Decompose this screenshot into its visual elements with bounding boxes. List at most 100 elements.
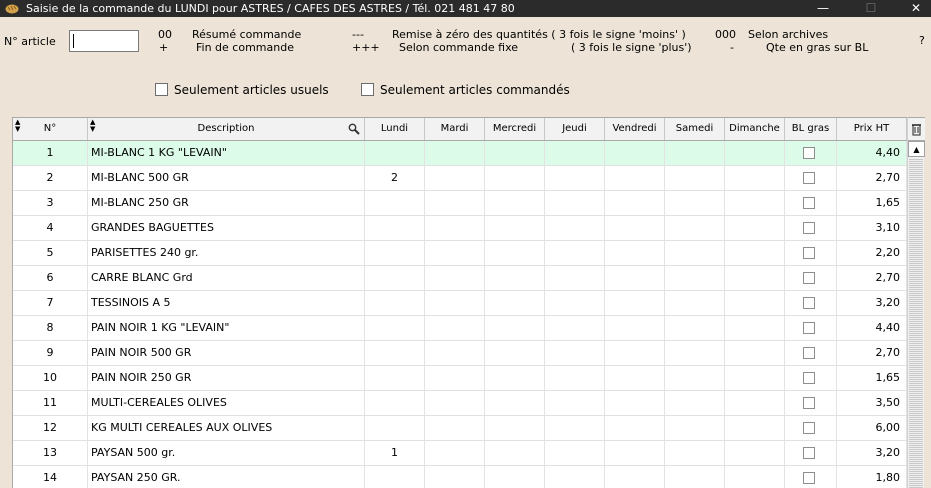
vertical-scrollbar[interactable]: ▲ <box>907 117 925 488</box>
table-row[interactable]: 11 MULTI-CEREALES OLIVES 3,50 <box>13 391 907 416</box>
bl-gras-checkbox[interactable] <box>803 222 815 234</box>
bl-gras-cell[interactable] <box>785 416 837 440</box>
bl-gras-checkbox[interactable] <box>803 347 815 359</box>
bl-gras-cell[interactable] <box>785 366 837 390</box>
quantity-cell-dimanche[interactable] <box>725 166 785 190</box>
quantity-cell-lundi[interactable] <box>365 266 425 290</box>
table-row[interactable]: 4 GRANDES BAGUETTES 3,10 <box>13 216 907 241</box>
bl-gras-cell[interactable] <box>785 266 837 290</box>
bl-gras-checkbox[interactable] <box>803 472 815 484</box>
table-row[interactable]: 9 PAIN NOIR 500 GR 2,70 <box>13 341 907 366</box>
quantity-cell-mercredi[interactable] <box>485 441 545 465</box>
bl-gras-cell[interactable] <box>785 291 837 315</box>
column-header-mercredi[interactable]: Mercredi <box>485 118 545 140</box>
quantity-cell-samedi[interactable] <box>665 441 725 465</box>
quantity-cell-mercredi[interactable] <box>485 316 545 340</box>
column-header-dimanche[interactable]: Dimanche <box>725 118 785 140</box>
quantity-cell-jeudi[interactable] <box>545 391 605 415</box>
bl-gras-checkbox[interactable] <box>803 297 815 309</box>
bl-gras-checkbox[interactable] <box>803 322 815 334</box>
quantity-cell-jeudi[interactable] <box>545 141 605 165</box>
quantity-cell-lundi[interactable] <box>365 416 425 440</box>
quantity-cell-lundi[interactable] <box>365 191 425 215</box>
quantity-cell-mercredi[interactable] <box>485 141 545 165</box>
column-header-samedi[interactable]: Samedi <box>665 118 725 140</box>
quantity-cell-vendredi[interactable] <box>605 391 665 415</box>
quantity-cell-mercredi[interactable] <box>485 166 545 190</box>
quantity-cell-lundi[interactable] <box>365 391 425 415</box>
ordered-articles-label[interactable]: Seulement articles commandés <box>380 83 570 97</box>
column-header-bl-gras[interactable]: BL gras <box>785 118 837 140</box>
column-header-vendredi[interactable]: Vendredi <box>605 118 665 140</box>
usual-articles-checkbox[interactable] <box>155 83 168 96</box>
quantity-cell-mardi[interactable] <box>425 291 485 315</box>
quantity-cell-vendredi[interactable] <box>605 466 665 488</box>
bl-gras-cell[interactable] <box>785 441 837 465</box>
table-row[interactable]: 14 PAYSAN 250 GR. 1,80 <box>13 466 907 488</box>
quantity-cell-vendredi[interactable] <box>605 291 665 315</box>
quantity-cell-vendredi[interactable] <box>605 216 665 240</box>
quantity-cell-vendredi[interactable] <box>605 366 665 390</box>
bl-gras-cell[interactable] <box>785 466 837 488</box>
table-row[interactable]: 8 PAIN NOIR 1 KG "LEVAIN" 4,40 <box>13 316 907 341</box>
quantity-cell-jeudi[interactable] <box>545 216 605 240</box>
quantity-cell-samedi[interactable] <box>665 241 725 265</box>
bl-gras-cell[interactable] <box>785 191 837 215</box>
quantity-cell-mercredi[interactable] <box>485 266 545 290</box>
quantity-cell-mercredi[interactable] <box>485 241 545 265</box>
quantity-cell-mardi[interactable] <box>425 341 485 365</box>
quantity-cell-dimanche[interactable] <box>725 316 785 340</box>
quantity-cell-samedi[interactable] <box>665 341 725 365</box>
column-header-jeudi[interactable]: Jeudi <box>545 118 605 140</box>
quantity-cell-lundi[interactable]: 2 <box>365 166 425 190</box>
quantity-cell-dimanche[interactable] <box>725 291 785 315</box>
maximize-button[interactable]: ☐ <box>853 0 889 17</box>
quantity-cell-lundi[interactable] <box>365 341 425 365</box>
table-row[interactable]: 12 KG MULTI CEREALES AUX OLIVES 6,00 <box>13 416 907 441</box>
quantity-cell-dimanche[interactable] <box>725 266 785 290</box>
column-header-mardi[interactable]: Mardi <box>425 118 485 140</box>
quantity-cell-dimanche[interactable] <box>725 391 785 415</box>
quantity-cell-vendredi[interactable] <box>605 341 665 365</box>
quantity-cell-samedi[interactable] <box>665 466 725 488</box>
quantity-cell-mercredi[interactable] <box>485 291 545 315</box>
quantity-cell-samedi[interactable] <box>665 166 725 190</box>
minimize-button[interactable]: — <box>805 0 841 17</box>
quantity-cell-jeudi[interactable] <box>545 316 605 340</box>
table-row[interactable]: 7 TESSINOIS A 5 3,20 <box>13 291 907 316</box>
quantity-cell-dimanche[interactable] <box>725 441 785 465</box>
bl-gras-cell[interactable] <box>785 341 837 365</box>
bl-gras-checkbox[interactable] <box>803 397 815 409</box>
bl-gras-checkbox[interactable] <box>803 272 815 284</box>
quantity-cell-mardi[interactable] <box>425 266 485 290</box>
article-number-input[interactable] <box>69 30 139 52</box>
bl-gras-checkbox[interactable] <box>803 197 815 209</box>
quantity-cell-jeudi[interactable] <box>545 466 605 488</box>
quantity-cell-jeudi[interactable] <box>545 166 605 190</box>
quantity-cell-samedi[interactable] <box>665 216 725 240</box>
quantity-cell-dimanche[interactable] <box>725 241 785 265</box>
quantity-cell-jeudi[interactable] <box>545 341 605 365</box>
quantity-cell-mardi[interactable] <box>425 316 485 340</box>
bl-gras-checkbox[interactable] <box>803 172 815 184</box>
quantity-cell-mercredi[interactable] <box>485 416 545 440</box>
quantity-cell-mercredi[interactable] <box>485 391 545 415</box>
quantity-cell-jeudi[interactable] <box>545 241 605 265</box>
bl-gras-checkbox[interactable] <box>803 147 815 159</box>
quantity-cell-vendredi[interactable] <box>605 141 665 165</box>
quantity-cell-mardi[interactable] <box>425 466 485 488</box>
table-row[interactable]: 10 PAIN NOIR 250 GR 1,65 <box>13 366 907 391</box>
quantity-cell-samedi[interactable] <box>665 391 725 415</box>
quantity-cell-dimanche[interactable] <box>725 191 785 215</box>
quantity-cell-dimanche[interactable] <box>725 216 785 240</box>
bl-gras-checkbox[interactable] <box>803 247 815 259</box>
quantity-cell-lundi[interactable] <box>365 216 425 240</box>
quantity-cell-mercredi[interactable] <box>485 341 545 365</box>
table-row[interactable]: 5 PARISETTES 240 gr. 2,20 <box>13 241 907 266</box>
quantity-cell-samedi[interactable] <box>665 291 725 315</box>
quantity-cell-lundi[interactable] <box>365 291 425 315</box>
quantity-cell-mardi[interactable] <box>425 216 485 240</box>
quantity-cell-dimanche[interactable] <box>725 141 785 165</box>
bl-gras-cell[interactable] <box>785 391 837 415</box>
table-row[interactable]: 2 MI-BLANC 500 GR 2 2,70 <box>13 166 907 191</box>
